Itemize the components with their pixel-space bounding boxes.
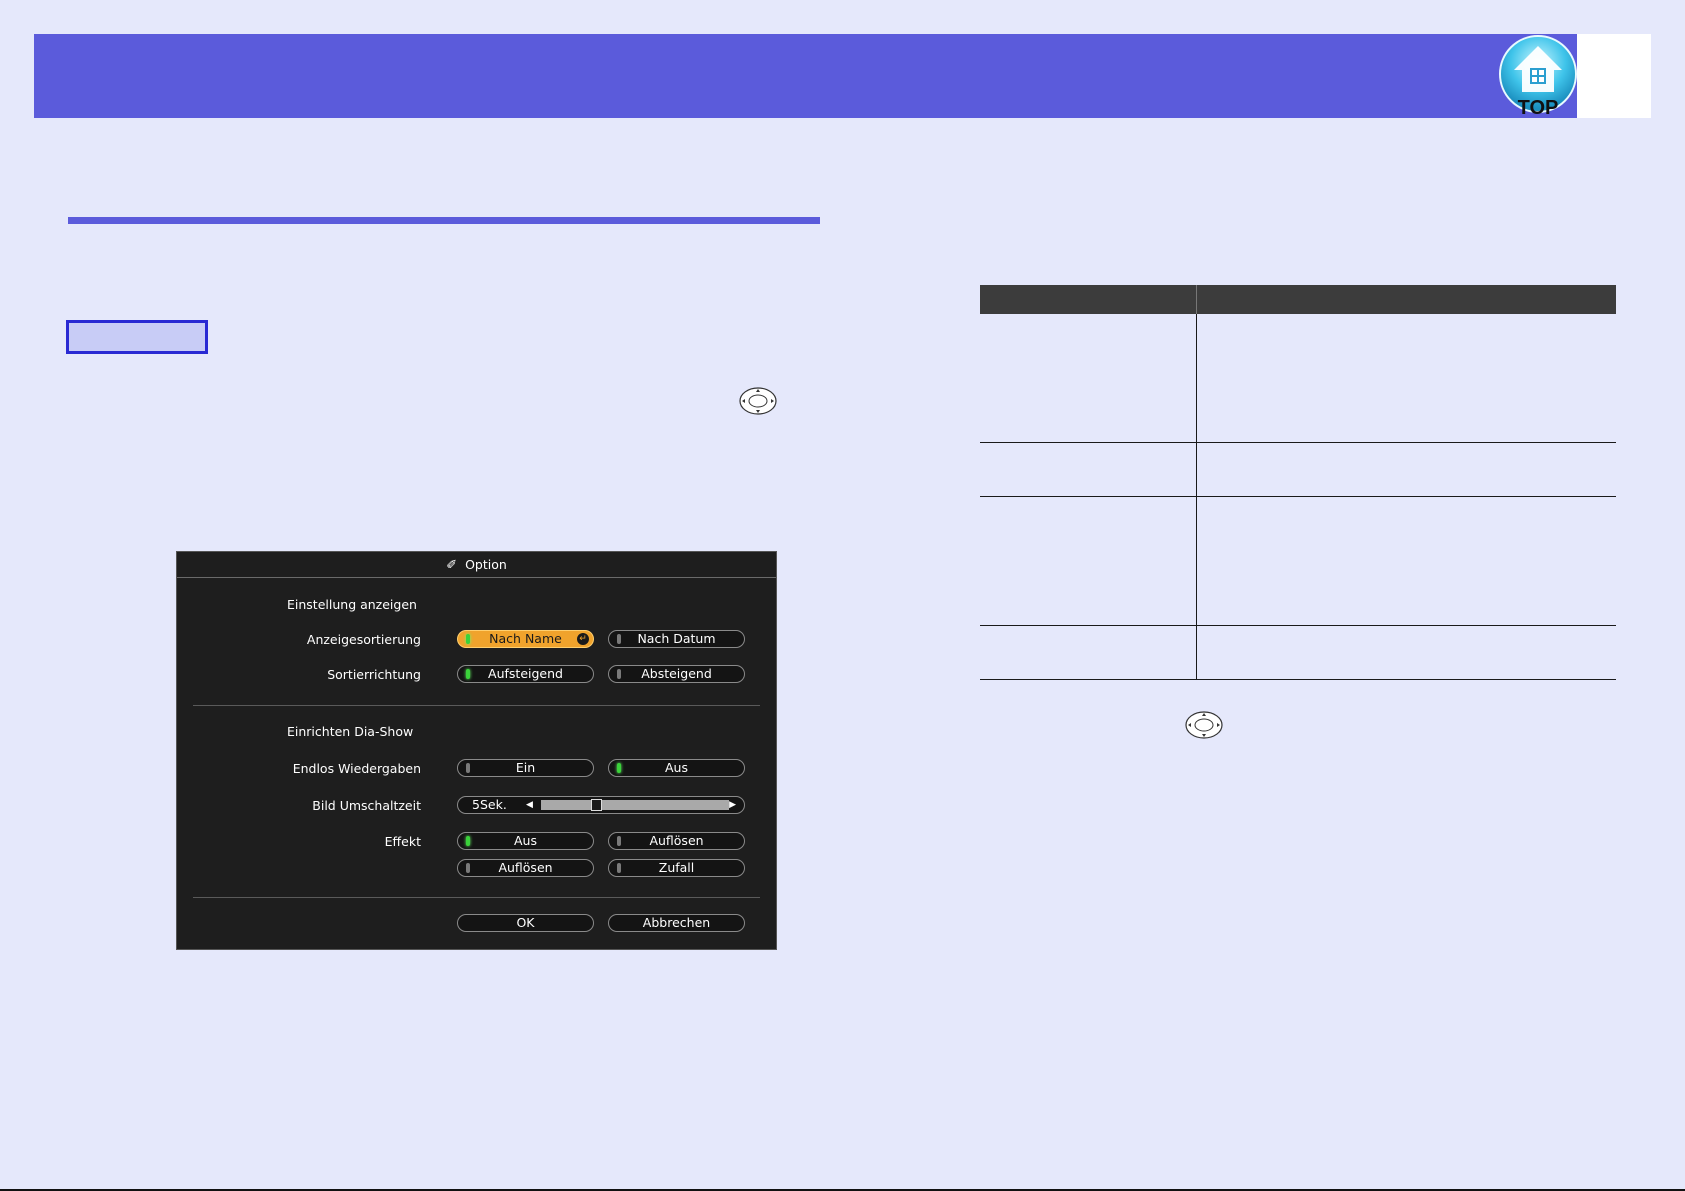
slider-thumb[interactable] (590, 799, 602, 811)
table-cell (1196, 496, 1616, 626)
led-indicator-icon (617, 836, 621, 846)
section-slideshow-settings: Einrichten Dia-Show (287, 724, 414, 739)
section-heading-rule (68, 217, 820, 224)
led-indicator-icon (617, 863, 621, 873)
table-header-cell (1196, 285, 1616, 314)
table-header-row (980, 285, 1616, 314)
option-loop-off[interactable]: Aus (608, 759, 745, 777)
cancel-button[interactable]: Abbrechen (608, 914, 745, 932)
enter-icon: ↵ (577, 633, 589, 645)
led-indicator-icon (466, 836, 470, 846)
led-indicator-icon (617, 763, 621, 773)
table-cell (1196, 442, 1616, 497)
ok-button[interactable]: OK (457, 914, 594, 932)
option-label: Aus (665, 760, 688, 775)
option-effect-off[interactable]: Aus (457, 832, 594, 850)
led-indicator-icon (466, 763, 470, 773)
switch-time-slider[interactable]: 5Sek. ◀ ▶ (457, 796, 745, 814)
page-number-box (1577, 34, 1651, 118)
description-table (980, 285, 1616, 680)
sort-order-label: Anzeigesortierung (306, 632, 421, 647)
table-cell (980, 625, 1197, 680)
option-descending[interactable]: Absteigend (608, 665, 745, 683)
table-cell (980, 314, 1197, 443)
section-display-settings: Einstellung anzeigen (287, 597, 417, 612)
option-sort-by-name[interactable]: Nach Name ↵ (457, 630, 594, 648)
led-indicator-icon (466, 669, 470, 679)
option-label: Aufsteigend (488, 666, 563, 681)
option-label: Zufall (658, 860, 695, 875)
table-cell (1196, 314, 1616, 443)
option-label: Aus (514, 833, 537, 848)
table-cell (980, 442, 1197, 497)
option-label: Absteigend (641, 666, 712, 681)
table-header-cell (980, 285, 1197, 314)
option-label: Auflösen (649, 833, 704, 848)
led-indicator-icon (617, 669, 621, 679)
switch-time-label: Bild Umschaltzeit (312, 798, 421, 813)
dialog-title-bar: ✐ Option (177, 552, 776, 578)
loop-playback-label: Endlos Wiedergaben (292, 761, 421, 776)
option-label: Nach Datum (637, 631, 716, 646)
option-label: Nach Name (489, 631, 562, 646)
led-indicator-icon (466, 634, 470, 644)
procedure-label-box (66, 320, 208, 354)
led-indicator-icon (466, 863, 470, 873)
dialog-title: Option (465, 557, 507, 572)
table-row (980, 314, 1616, 443)
option-dialog: ✐ Option Einstellung anzeigen Anzeigesort… (176, 551, 777, 950)
sort-direction-label: Sortierrichtung (327, 667, 421, 682)
option-effect-random[interactable]: Zufall (608, 859, 745, 877)
table-row (980, 496, 1616, 626)
effect-label: Effekt (384, 834, 421, 849)
table-row (980, 442, 1616, 497)
option-ascending[interactable]: Aufsteigend (457, 665, 594, 683)
dialog-divider (193, 705, 760, 706)
option-effect-dissolve[interactable]: Auflösen (608, 832, 745, 850)
option-loop-on[interactable]: Ein (457, 759, 594, 777)
option-effect-dissolve-2[interactable]: Auflösen (457, 859, 594, 877)
directional-pad-icon (1185, 711, 1223, 739)
slider-track[interactable] (541, 799, 729, 811)
option-label: Ein (515, 760, 536, 775)
top-badge-label: TOP (1518, 97, 1559, 118)
wrench-icon: ✐ (446, 558, 458, 573)
led-indicator-icon (617, 634, 621, 644)
option-label: Auflösen (498, 860, 553, 875)
arrow-right-icon[interactable]: ▶ (729, 797, 736, 813)
arrow-left-icon[interactable]: ◀ (526, 797, 533, 813)
directional-pad-icon (739, 387, 777, 415)
table-cell (980, 496, 1197, 626)
table-row (980, 625, 1616, 680)
table-cell (1196, 625, 1616, 680)
switch-time-value: 5Sek. (472, 797, 507, 812)
header-bar (34, 34, 1577, 118)
option-sort-by-date[interactable]: Nach Datum (608, 630, 745, 648)
top-home-icon[interactable]: TOP (1498, 34, 1578, 118)
dialog-divider (193, 897, 760, 898)
